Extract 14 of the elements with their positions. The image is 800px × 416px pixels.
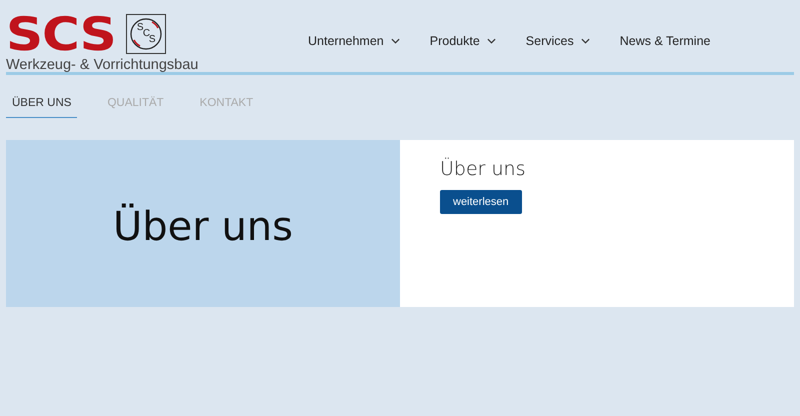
- chevron-down-icon: [486, 38, 496, 44]
- nav-link[interactable]: Services: [526, 34, 590, 48]
- logo-tagline: Werkzeug- & Vorrichtungsbau: [6, 57, 200, 73]
- logo-wordmark: SCS: [6, 12, 116, 56]
- nav-link[interactable]: News & Termine: [620, 34, 710, 48]
- banner-heading: Über uns: [113, 204, 293, 250]
- chevron-down-icon: [580, 38, 590, 44]
- nav-link[interactable]: Produkte: [430, 34, 496, 48]
- card-title: Über uns: [440, 158, 526, 180]
- chevron-down-icon: [390, 38, 400, 44]
- nav-link[interactable]: Unternehmen: [308, 34, 400, 48]
- read-more-button[interactable]: weiterlesen: [440, 190, 522, 214]
- tab[interactable]: ÜBER UNS: [6, 93, 78, 118]
- logo-emblem: SCS: [126, 14, 166, 54]
